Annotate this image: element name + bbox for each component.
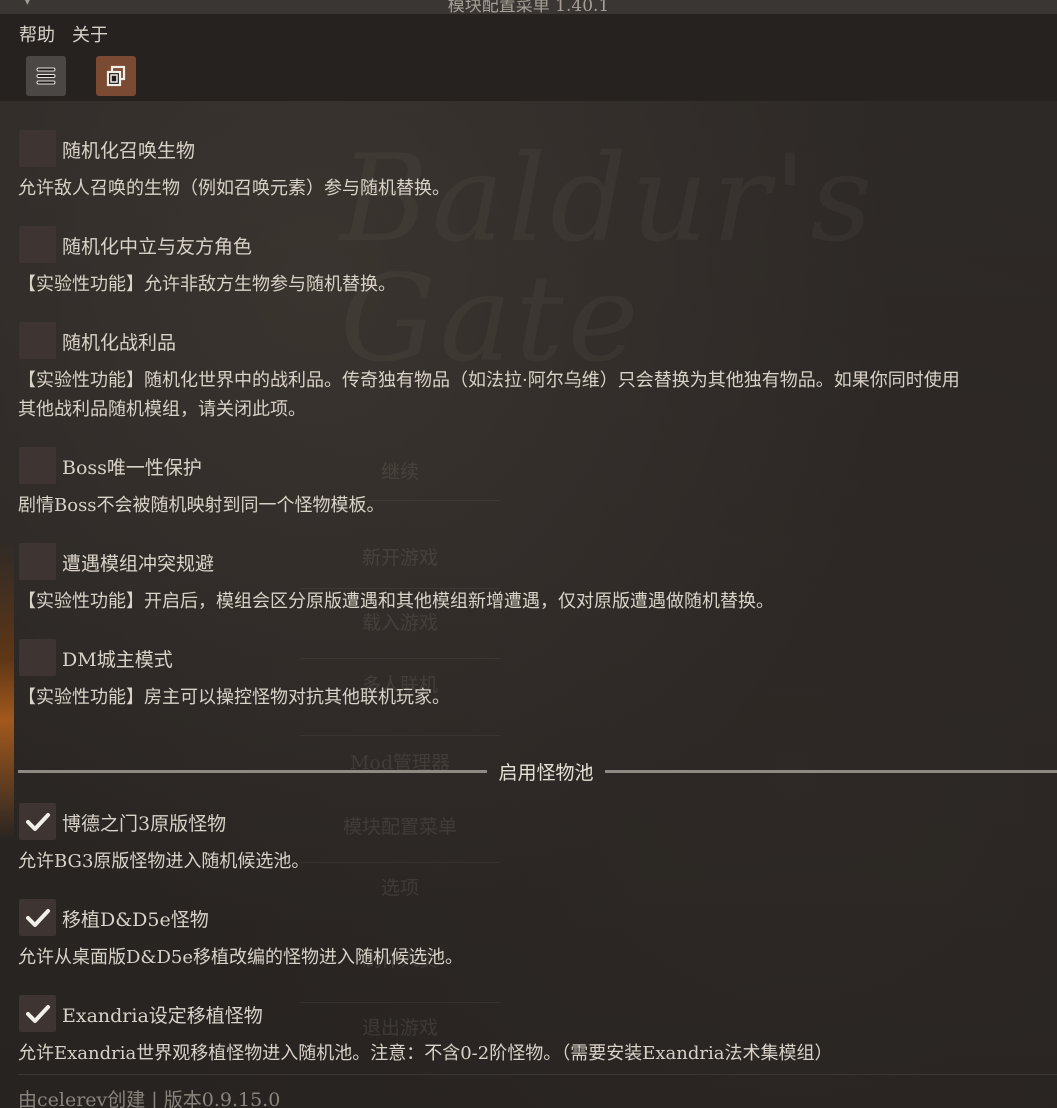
separator-line [605, 770, 1057, 773]
window-title: 模块配置菜单 1.40.1 [447, 0, 610, 14]
checkmark-icon [25, 908, 50, 927]
option-description: 【实验性功能】允许非敌方生物参与随机替换。 [18, 274, 396, 295]
background-menu-item: 继续 [380, 461, 419, 483]
option-description: 【实验性功能】房主可以操控怪物对抗其他联机玩家。 [18, 687, 450, 708]
checkbox-randomize-neutral-allies[interactable] [19, 226, 56, 263]
option-label: Exandria设定移植怪物 [62, 1005, 263, 1027]
option-label: 移植D&D5e怪物 [62, 909, 209, 931]
option-label: 随机化中立与友方角色 [62, 236, 253, 258]
option-label: 随机化战利品 [62, 332, 177, 354]
footer-divider [18, 1074, 1057, 1075]
option-label: 随机化召唤生物 [62, 140, 196, 162]
list-icon [36, 67, 56, 85]
title-bar[interactable]: ▼ 模块配置菜单 1.40.1 [0, 0, 1057, 14]
option-description: 剧情Boss不会被随机映射到同一个怪物模板。 [18, 495, 385, 516]
option-description-continued: 其他战利品随机模组，请关闭此项。 [18, 399, 306, 420]
footer-credits: 由celerev创建 | 版本0.9.15.0 [18, 1089, 281, 1108]
checkmark-icon [25, 812, 50, 831]
option-description: 允许从桌面版D&D5e移植改编的怪物进入随机候选池。 [18, 947, 463, 968]
checkbox-randomize-loot[interactable] [19, 322, 56, 359]
toolbar [0, 54, 1057, 101]
checkbox-bg3-vanilla-monsters[interactable] [19, 803, 56, 840]
background-menu-item: 模块配置菜单 [342, 816, 457, 838]
option-label: 遭遇模组冲突规避 [62, 553, 215, 575]
checkbox-encounter-conflict-avoidance[interactable] [19, 543, 56, 580]
background-divider [300, 1002, 500, 1003]
menu-help[interactable]: 帮助 [19, 21, 55, 47]
checkbox-randomize-summons[interactable] [19, 130, 56, 167]
background-menu-item: 选项 [380, 877, 419, 899]
option-description: 允许BG3原版怪物进入随机候选池。 [18, 851, 310, 872]
background-menu-item: 新开游戏 [361, 547, 438, 569]
option-description: 允许Exandria世界观移植怪物进入随机池。注意：不含0-2阶怪物。（需要安装… [18, 1043, 833, 1064]
background-menu-item: 退出游戏 [361, 1017, 438, 1039]
windows-button[interactable] [96, 56, 136, 96]
section-title: 启用怪物池 [498, 762, 594, 784]
option-label: Boss唯一性保护 [62, 457, 202, 479]
background-divider [300, 735, 500, 736]
background-glow [0, 540, 14, 840]
background-divider [300, 658, 500, 659]
menu-bar: 帮助 关于 [0, 14, 1057, 54]
checkmark-icon [25, 1004, 50, 1023]
checkbox-exandria-monsters[interactable] [19, 995, 56, 1032]
option-label: DM城主模式 [62, 649, 173, 671]
checkbox-dm-mode[interactable] [19, 639, 56, 676]
list-view-button[interactable] [26, 56, 66, 96]
option-label: 博德之门3原版怪物 [62, 813, 227, 835]
checkbox-dnd5e-monsters[interactable] [19, 899, 56, 936]
option-description: 【实验性功能】开启后，模组会区分原版遭遇和其他模组新增遭遇，仅对原版遭遇做随机替… [18, 591, 774, 612]
option-description: 【实验性功能】随机化世界中的战利品。传奇独有物品（如法拉·阿尔乌维）只会替换为其… [18, 370, 960, 391]
windows-icon [106, 65, 126, 87]
separator-line [18, 770, 487, 773]
checkbox-boss-uniqueness[interactable] [19, 447, 56, 484]
menu-about[interactable]: 关于 [72, 21, 108, 47]
option-description: 允许敌人召唤的生物（例如召唤元素）参与随机替换。 [18, 178, 450, 199]
